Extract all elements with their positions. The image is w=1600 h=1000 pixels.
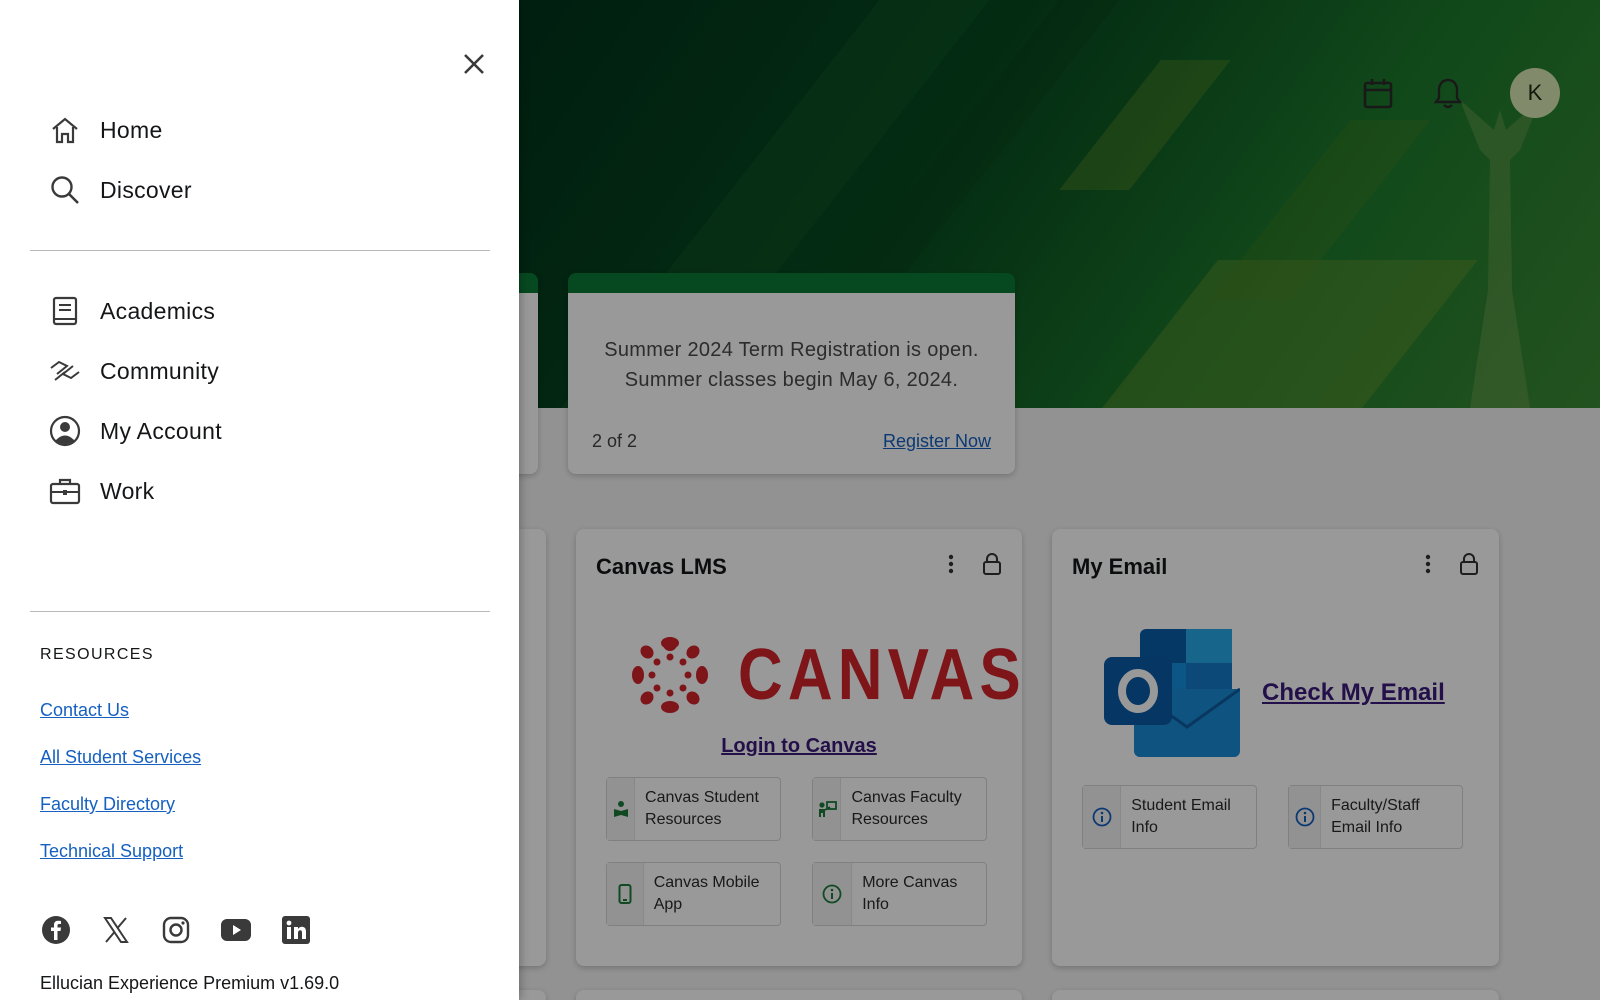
nav-item-label: Community — [100, 357, 220, 384]
resources-heading: RESOURCES — [40, 646, 154, 663]
search-icon — [48, 173, 82, 207]
nav-item-label: Home — [100, 116, 163, 143]
app-version: Ellucian Experience Premium v1.69.0 — [40, 973, 340, 993]
x-icon[interactable] — [100, 914, 132, 946]
faculty-directory-link[interactable]: Faculty Directory — [40, 794, 175, 815]
nav-item-discover[interactable]: Discover — [48, 168, 192, 212]
nav-item-work[interactable]: Work — [48, 469, 154, 513]
home-icon — [48, 113, 82, 147]
nav-item-home[interactable]: Home — [48, 108, 163, 152]
book-icon — [48, 294, 82, 328]
nav-item-my-account[interactable]: My Account — [48, 409, 222, 453]
nav-item-label: My Account — [100, 417, 222, 444]
linkedin-icon[interactable] — [280, 914, 312, 946]
all-student-services-link[interactable]: All Student Services — [40, 747, 201, 768]
drawer-divider — [30, 250, 490, 251]
handshake-icon — [48, 354, 82, 388]
briefcase-icon — [48, 474, 82, 508]
nav-item-label: Academics — [100, 297, 216, 324]
nav-item-academics[interactable]: Academics — [48, 289, 215, 333]
nav-item-community[interactable]: Community — [48, 349, 219, 393]
nav-item-label: Discover — [100, 176, 192, 203]
nav-item-label: Work — [100, 477, 155, 504]
close-icon[interactable] — [458, 48, 490, 80]
account-circle-icon — [48, 414, 82, 448]
contact-us-link[interactable]: Contact Us — [40, 700, 129, 721]
facebook-icon[interactable] — [40, 914, 72, 946]
instagram-icon[interactable] — [160, 914, 192, 946]
social-links — [40, 914, 312, 946]
drawer-divider — [30, 611, 490, 612]
youtube-icon[interactable] — [220, 914, 252, 946]
technical-support-link[interactable]: Technical Support — [40, 841, 183, 862]
navigation-drawer: Home Discover Academics Community My Acc… — [0, 0, 519, 1000]
